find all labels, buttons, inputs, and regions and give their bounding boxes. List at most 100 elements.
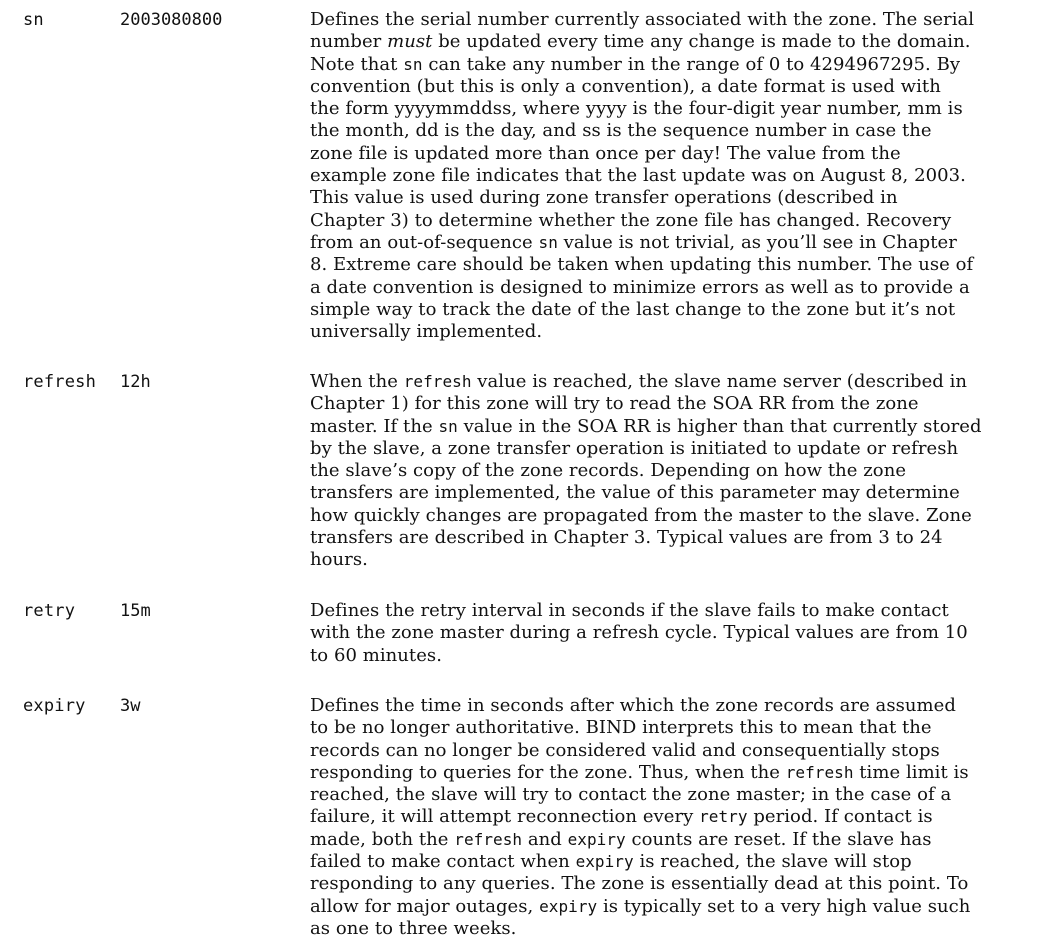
code-term: expiry (567, 829, 626, 849)
text-run: value in the SOA RR is higher than that … (457, 415, 982, 437)
code-term: sn (438, 416, 458, 436)
text-run: the form yyyymmddss, where yyyy is the f… (310, 98, 963, 120)
text-run: Defines the time in seconds after which … (310, 695, 956, 716)
description-line: a date convention is designed to minimiz… (310, 277, 990, 299)
description-line: hours. (310, 549, 990, 571)
description-line: reached, the slave will try to contact t… (310, 784, 990, 806)
text-run: Defines the serial number currently asso… (310, 9, 975, 30)
field-name: refresh (23, 372, 97, 392)
description-line: Chapter 3) to determine whether the zone… (310, 210, 990, 232)
text-run: with the zone master during a refresh cy… (310, 622, 968, 644)
code-term: refresh (403, 372, 472, 391)
field-value: 12h (120, 372, 151, 392)
emphasis-term: must (387, 31, 433, 53)
text-run: period. If contact is (747, 806, 933, 828)
description-line: convention (but this is only a conventio… (310, 76, 990, 98)
text-run: the month, dd is the day, and ss is the … (310, 120, 932, 142)
description-line: failure, it will attempt reconnection ev… (310, 806, 990, 828)
code-term: sn (538, 232, 558, 252)
field-description: Defines the serial number currently asso… (310, 9, 990, 343)
description-line: transfers are implemented, the value of … (310, 482, 990, 504)
description-line: 8. Extreme care should be taken when upd… (310, 254, 990, 276)
text-run: can take any number in the range of 0 to… (422, 53, 961, 75)
text-run: failed to make contact when (310, 851, 576, 873)
text-run: value is not trivial, as you’ll see in C… (557, 231, 957, 253)
description-line: as one to three weeks. (310, 918, 990, 940)
description-line: simple way to track the date of the last… (310, 299, 990, 321)
text-run: be updated every time any change is made… (432, 31, 971, 53)
text-run: example zone file indicates that the las… (310, 165, 966, 187)
description-line: number must be updated every time any ch… (310, 31, 990, 53)
text-run: is typically set to a very high value su… (597, 895, 971, 917)
description-line: how quickly changes are propagated from … (310, 505, 990, 527)
description-line: Chapter 1) for this zone will try to rea… (310, 393, 990, 415)
code-term: refresh (785, 762, 854, 782)
text-run: universally implemented. (310, 321, 543, 343)
code-term: refresh (454, 829, 523, 849)
text-run: the slave’s copy of the zone records. De… (310, 460, 907, 482)
code-term: expiry (575, 852, 634, 872)
text-run: transfers are described in Chapter 3. Ty… (310, 527, 943, 549)
description-line: Defines the time in seconds after which … (310, 695, 990, 717)
field-name: retry (23, 601, 76, 621)
description-line: the month, dd is the day, and ss is the … (310, 120, 990, 142)
text-run: reached, the slave will try to contact t… (310, 784, 952, 806)
field-value: 3w (120, 696, 141, 716)
description-line: failed to make contact when expiry is re… (310, 851, 990, 873)
description-line: made, both the refresh and expiry counts… (310, 829, 990, 851)
text-run: records can no longer be considered vali… (310, 739, 940, 761)
text-run: responding to any queries. The zone is e… (310, 873, 969, 895)
description-line: responding to queries for the zone. Thus… (310, 762, 990, 784)
field-name: sn (23, 10, 44, 30)
field-value: 2003080800 (120, 10, 223, 30)
text-run: Note that (310, 53, 404, 75)
description-line: zone file is updated more than once per … (310, 143, 990, 165)
text-run: hours. (310, 549, 368, 571)
text-run: allow for major outages, (310, 895, 540, 917)
code-term: retry (699, 807, 748, 827)
document-page: sn 2003080800 Defines the serial number … (0, 0, 1040, 951)
text-run: number (310, 31, 388, 53)
text-run: is reached, the slave will stop (633, 851, 912, 873)
description-line: by the slave, a zone transfer operation … (310, 438, 990, 460)
description-line: with the zone master during a refresh cy… (310, 622, 990, 644)
text-run: This value is used during zone transfer … (310, 187, 898, 209)
text-run: and (522, 828, 568, 850)
text-run: transfers are implemented, the value of … (310, 482, 960, 504)
field-description: Defines the time in seconds after which … (310, 695, 990, 940)
text-run: by the slave, a zone transfer operation … (310, 437, 959, 459)
text-run: to be no longer authoritative. BIND inte… (310, 717, 932, 739)
description-line: to be no longer authoritative. BIND inte… (310, 717, 990, 739)
text-run: time limit is (853, 761, 969, 783)
text-run: failure, it will attempt reconnection ev… (310, 806, 700, 828)
text-run: made, both the (310, 828, 455, 850)
text-run: convention (but this is only a conventio… (310, 75, 941, 97)
description-line: to 60 minutes. (310, 645, 990, 667)
text-run: master. If the (310, 415, 439, 437)
code-term: sn (403, 54, 423, 74)
field-value: 15m (120, 601, 151, 621)
description-line: example zone file indicates that the las… (310, 165, 990, 187)
description-line: When the refresh value is reached, the s… (310, 371, 990, 393)
field-name: expiry (23, 696, 86, 716)
field-description: When the refresh value is reached, the s… (310, 371, 990, 572)
description-line: universally implemented. (310, 321, 990, 343)
description-line: Note that sn can take any number in the … (310, 54, 990, 76)
text-run: value is reached, the slave name server … (471, 371, 968, 392)
text-run: as one to three weeks. (310, 917, 517, 939)
description-line: records can no longer be considered vali… (310, 740, 990, 762)
description-line: from an out-of-sequence sn value is not … (310, 232, 990, 254)
text-run: Chapter 1) for this zone will try to rea… (310, 393, 919, 415)
description-line: This value is used during zone transfer … (310, 187, 990, 209)
text-run: how quickly changes are propagated from … (310, 504, 972, 526)
description-line: master. If the sn value in the SOA RR is… (310, 416, 990, 438)
text-run: 8. Extreme care should be taken when upd… (310, 254, 974, 276)
description-line: allow for major outages, expiry is typic… (310, 896, 990, 918)
description-line: the slave’s copy of the zone records. De… (310, 460, 990, 482)
description-line: transfers are described in Chapter 3. Ty… (310, 527, 990, 549)
description-line: the form yyyymmddss, where yyyy is the f… (310, 98, 990, 120)
description-line: Defines the serial number currently asso… (310, 9, 990, 31)
text-run: a date convention is designed to minimiz… (310, 276, 970, 298)
code-term: expiry (539, 896, 598, 916)
text-run: simple way to track the date of the last… (310, 298, 956, 320)
